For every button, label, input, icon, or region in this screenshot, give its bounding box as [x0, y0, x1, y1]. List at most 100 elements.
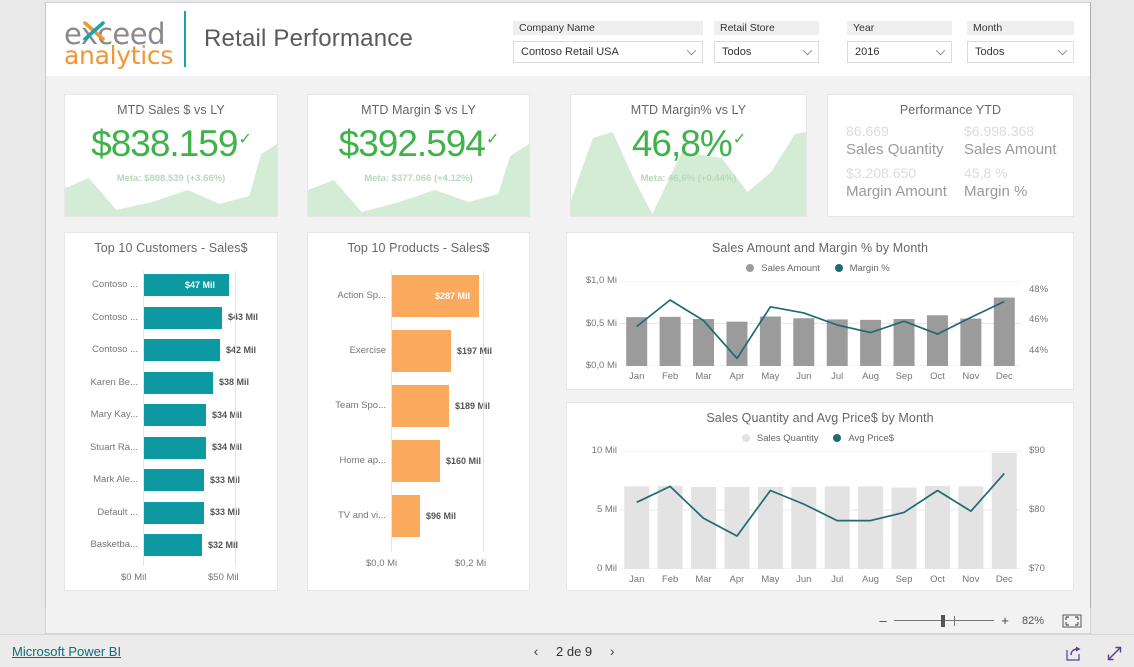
ytd-number-margin-pct: 45,8 %	[964, 165, 1008, 181]
share-icon[interactable]	[1066, 646, 1082, 661]
zoom-in-button[interactable]: +	[998, 613, 1012, 628]
bar-fill[interactable]	[143, 501, 204, 524]
slicer-month[interactable]: Month Todos	[967, 21, 1074, 63]
column-bar[interactable]	[791, 486, 817, 569]
bar-row[interactable]: Basketba... $32 Mil	[90, 534, 238, 556]
bar-row[interactable]: Mary Kay... $34 Mil	[91, 404, 242, 426]
page-indicator: 2 de 9	[556, 643, 593, 659]
bar-value-label: $287 Mil	[435, 290, 471, 301]
column-bar[interactable]	[659, 316, 681, 366]
zoom-out-button[interactable]: –	[876, 613, 890, 628]
kpi-trend-check-icon: ✓	[732, 131, 746, 148]
legend-item-sales-quantity[interactable]: Sales Quantity	[741, 433, 823, 444]
bar-fill[interactable]	[143, 469, 204, 491]
column-bar[interactable]	[924, 485, 950, 569]
bar-category-label: Contoso ...	[92, 344, 138, 355]
fit-to-page-icon[interactable]	[1062, 614, 1082, 628]
column-bar[interactable]	[858, 486, 884, 569]
bar-row[interactable]: TV and vi... $96 Mil	[338, 495, 483, 537]
chart-top-10-customers[interactable]: Top 10 Customers - Sales$ Contoso ... $47…	[64, 232, 278, 591]
chart-top-10-products[interactable]: Top 10 Products - Sales$ Action Sp... $28…	[307, 232, 530, 591]
slicer-dropdown-retail-store[interactable]: Todos	[714, 41, 819, 63]
slicer-retail-store[interactable]: Retail Store Todos	[714, 21, 819, 63]
bar-fill[interactable]	[391, 440, 440, 482]
column-bar[interactable]	[860, 319, 882, 366]
x-axis-tick: Oct	[930, 371, 945, 382]
bar-fill[interactable]	[391, 330, 451, 372]
legend-item-avg-price[interactable]: Avg Price$	[833, 433, 898, 444]
column-bar[interactable]	[991, 452, 1017, 569]
zoom-slider[interactable]	[894, 614, 994, 628]
column-bar[interactable]	[793, 318, 815, 366]
bar-row[interactable]: Contoso ... $42 Mil	[92, 339, 256, 361]
bar-category-label: Exercise	[349, 345, 386, 356]
zoom-slider-tick	[954, 615, 955, 626]
column-bar[interactable]	[657, 485, 683, 569]
chart-sales-quantity-avg-price-by-month[interactable]: Sales Quantity and Avg Price$ by Month S…	[566, 402, 1074, 591]
legend-item-sales-amount[interactable]: Sales Amount	[746, 263, 824, 274]
x-axis-tick: Jan	[629, 574, 645, 585]
slicer-year[interactable]: Year 2016	[847, 21, 952, 63]
bar-fill[interactable]	[143, 534, 202, 556]
performance-ytd-title: Performance YTD	[899, 103, 1002, 117]
column-bar[interactable]	[691, 486, 717, 569]
slicer-dropdown-year[interactable]: 2016	[847, 41, 952, 63]
microsoft-power-bi-link[interactable]: Microsoft Power BI	[12, 644, 121, 659]
bar-fill[interactable]	[143, 436, 206, 459]
column-bar[interactable]	[993, 297, 1015, 366]
bar-fill[interactable]	[143, 371, 213, 394]
bar-fill[interactable]	[143, 339, 220, 361]
column-bar[interactable]	[693, 319, 715, 366]
xtick-1: $0,2 Mi	[455, 558, 487, 569]
column-bar[interactable]	[626, 317, 648, 366]
bar-row[interactable]: Team Spo... $189 Mil	[335, 385, 490, 427]
column-bar[interactable]	[724, 486, 750, 569]
chart-sales-amount-margin-by-month[interactable]: Sales Amount and Margin % by Month Sales…	[566, 232, 1074, 390]
slicer-company-name[interactable]: Company Name Contoso Retail USA	[513, 21, 703, 63]
chart-title-sales-qty-avg-price: Sales Quantity and Avg Price$ by Month	[706, 411, 934, 425]
bar-value-label: $96 Mil	[426, 510, 457, 521]
bar-row[interactable]: Exercise $197 Mil	[350, 330, 492, 372]
bar-value-label: $47 Mil	[185, 279, 216, 290]
x-axis-tick: Aug	[862, 371, 880, 382]
column-bar[interactable]	[926, 315, 948, 366]
column-bar[interactable]	[759, 316, 781, 366]
chevron-left-icon[interactable]: ‹	[530, 643, 542, 659]
bar-row[interactable]: Stuart Ra... $34 Mil	[90, 436, 242, 459]
bar-fill[interactable]	[143, 404, 206, 426]
column-bar[interactable]	[824, 486, 850, 569]
fullscreen-icon[interactable]	[1106, 645, 1123, 662]
bar-value-label: $189 Mil	[455, 400, 491, 411]
bar-row[interactable]: Contoso ... $43 Mil	[92, 306, 258, 329]
slicer-value-company-name: Contoso Retail USA	[521, 46, 619, 58]
chevron-right-icon[interactable]: ›	[606, 643, 618, 659]
column-bar[interactable]	[757, 486, 783, 569]
kpi-card-mtd-margin-pct[interactable]: MTD Margin% vs LY 46,8%✓ Meta: 46,6% (+0…	[570, 94, 807, 217]
gridline-0	[143, 271, 144, 566]
column-bar[interactable]	[960, 318, 982, 366]
slicer-dropdown-month[interactable]: Todos	[967, 41, 1074, 63]
bar-category-label: Mary Kay...	[90, 409, 138, 420]
column-bar[interactable]	[958, 486, 984, 569]
bar-row[interactable]: Karen Be... $38 Mil	[90, 371, 249, 394]
bar-category-label: Karen Be...	[90, 376, 138, 388]
bar-row[interactable]: Contoso ... $47 Mil	[92, 274, 235, 296]
bar-fill[interactable]	[391, 385, 449, 427]
slicer-dropdown-company-name[interactable]: Contoso Retail USA	[513, 41, 703, 63]
column-bar[interactable]	[726, 321, 748, 366]
column-bar[interactable]	[891, 487, 917, 569]
bar-row[interactable]: Action Sp... $287 Mil	[337, 275, 483, 317]
kpi-card-mtd-margin[interactable]: MTD Margin $ vs LY $392.594✓ Meta: $377.…	[307, 94, 530, 217]
zoom-slider-thumb[interactable]	[941, 614, 945, 627]
series-line[interactable]	[637, 300, 1005, 358]
chevron-down-icon	[802, 49, 813, 55]
performance-ytd-card[interactable]: Performance YTD 86.669 Sales Quantity $6…	[827, 94, 1074, 217]
bar-row[interactable]: Mark Ale... $33 Mil	[93, 469, 240, 491]
bar-row[interactable]: Home ap... $160 Mil	[340, 440, 483, 482]
kpi-card-mtd-sales[interactable]: MTD Sales $ vs LY $838.159✓ Meta: $808.5…	[64, 94, 278, 217]
column-bar[interactable]	[893, 318, 915, 366]
legend-item-margin-pct[interactable]: Margin %	[834, 263, 894, 274]
bar-fill[interactable]	[143, 306, 222, 329]
bar-row[interactable]: Default ... $33 Mil	[97, 501, 240, 524]
bar-fill[interactable]	[391, 495, 420, 537]
